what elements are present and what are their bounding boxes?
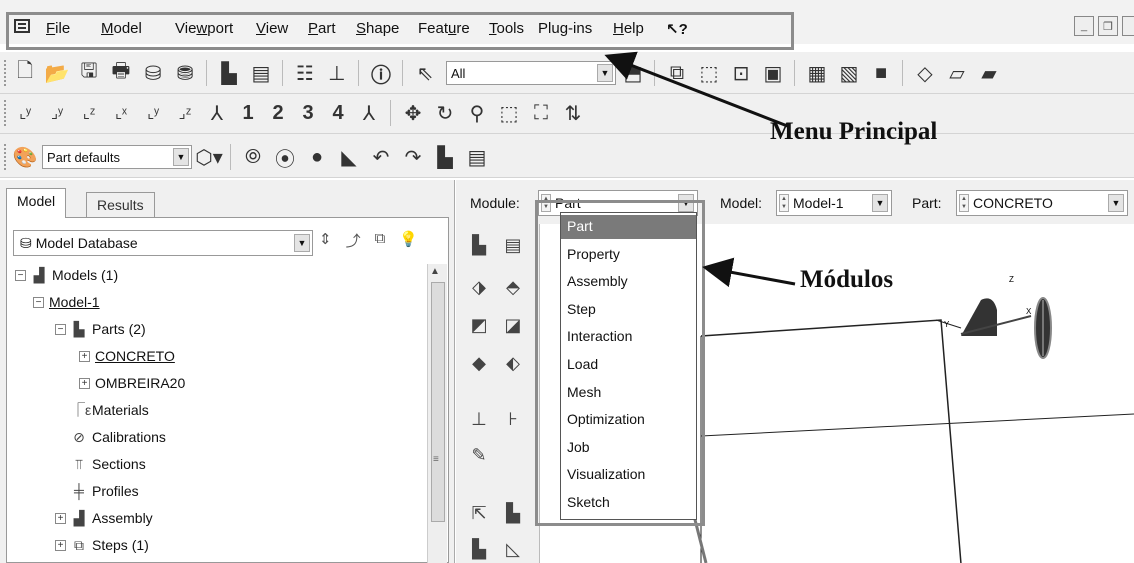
annotation-layer: [604, 51, 796, 288]
menu-arrow: [604, 51, 791, 129]
tab-model[interactable]: Model: [6, 188, 67, 218]
modulos-annotation: Módulos: [800, 266, 894, 293]
modules-arrow: [702, 257, 796, 288]
menu-principal-annotation: Menu Principal: [770, 118, 938, 145]
